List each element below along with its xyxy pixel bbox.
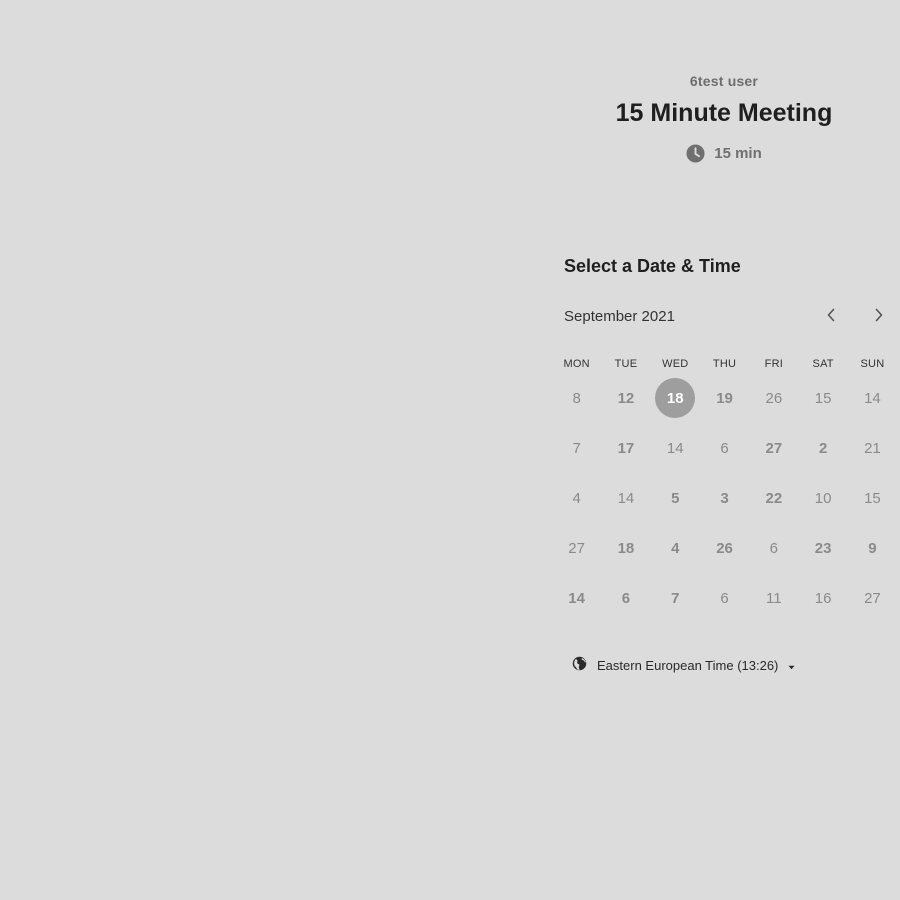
- caret-down-icon: [788, 658, 795, 673]
- calendar-day: 6: [720, 439, 729, 457]
- calendar-day: 15: [814, 389, 832, 407]
- calendar-week: 4 14 5 3 22 10 15: [552, 477, 897, 519]
- calendar-day: 6: [769, 539, 778, 557]
- calendar-day: 6: [720, 589, 729, 607]
- calendar-day: 8: [572, 389, 581, 407]
- calendar-day[interactable]: 23: [798, 527, 847, 569]
- calendar-day: 26: [765, 389, 783, 407]
- section-title: Select a Date & Time: [564, 256, 741, 276]
- calendar-day[interactable]: 27: [749, 427, 798, 469]
- calendar-day: 21: [864, 439, 881, 457]
- event-title: 15 Minute Meeting: [615, 99, 833, 127]
- calendar-day: 10: [814, 489, 832, 507]
- calendar-day: 14: [864, 389, 881, 407]
- calendar-day[interactable]: 17: [601, 427, 650, 469]
- event-header: 6test user 15 Minute Meeting 15 min: [548, 72, 900, 163]
- calendar-week: 7 17 14 6 27 2 21: [552, 427, 897, 469]
- calendar-week: 14 6 7 6 11 16 27: [552, 577, 897, 619]
- calendar-day: 4: [572, 489, 581, 507]
- calendar-day-selected[interactable]: 18: [651, 377, 700, 419]
- weekday-label: THU: [712, 358, 737, 370]
- chevron-right-icon: [874, 308, 884, 327]
- calendar-day[interactable]: 4: [651, 527, 700, 569]
- calendar-day[interactable]: 3: [700, 477, 749, 519]
- timezone-selector[interactable]: Eastern European Time (13:26): [572, 656, 795, 674]
- weekday-label: TUE: [614, 358, 638, 370]
- calendar-day[interactable]: 18: [601, 527, 650, 569]
- calendar-day[interactable]: 7: [651, 577, 700, 619]
- calendar-day: 15: [864, 489, 881, 507]
- month-label: September 2021: [564, 308, 675, 325]
- weekday-label: FRI: [764, 358, 783, 370]
- calendar-day[interactable]: 5: [651, 477, 700, 519]
- calendar-week: 8 12 18 19 26 15 14: [552, 377, 897, 419]
- calendar-day[interactable]: 9: [848, 527, 897, 569]
- calendar-day[interactable]: 2: [798, 427, 847, 469]
- weekday-label: WED: [662, 358, 689, 370]
- selected-day-label: 18: [655, 378, 696, 418]
- calendar-day[interactable]: 6: [601, 577, 650, 619]
- calendar-week: 27 18 4 26 6 23 9: [552, 527, 897, 569]
- clock-icon: [686, 144, 705, 163]
- duration-label: 15 min: [714, 145, 762, 162]
- calendar-day: 14: [666, 439, 684, 457]
- calendar-day[interactable]: 12: [601, 377, 650, 419]
- calendar-day[interactable]: 26: [700, 527, 749, 569]
- booking-page: 6test user 15 Minute Meeting 15 min Sele…: [0, 0, 900, 900]
- calendar-day: 16: [814, 589, 832, 607]
- globe-icon: [572, 656, 587, 674]
- weekday-header: MON TUE WED THU FRI SAT SUN: [552, 356, 897, 372]
- calendar-day: 14: [617, 489, 635, 507]
- weekday-label: SUN: [860, 358, 885, 370]
- previous-month-button[interactable]: [819, 305, 843, 329]
- duration-info: 15 min: [548, 144, 900, 163]
- chevron-left-icon: [826, 308, 836, 327]
- weekday-label: MON: [563, 358, 590, 370]
- calendar-day: 27: [568, 539, 585, 557]
- calendar-day[interactable]: 22: [749, 477, 798, 519]
- next-month-button[interactable]: [867, 305, 891, 329]
- calendar-day: 27: [864, 589, 881, 607]
- calendar-day: 7: [572, 439, 581, 457]
- calendar-day: 11: [766, 589, 782, 607]
- host-name: 6test user: [689, 73, 759, 89]
- calendar-day[interactable]: 14: [552, 577, 601, 619]
- weekday-label: SAT: [812, 358, 834, 370]
- timezone-label: Eastern European Time (13:26): [597, 657, 779, 673]
- calendar-day[interactable]: 19: [700, 377, 749, 419]
